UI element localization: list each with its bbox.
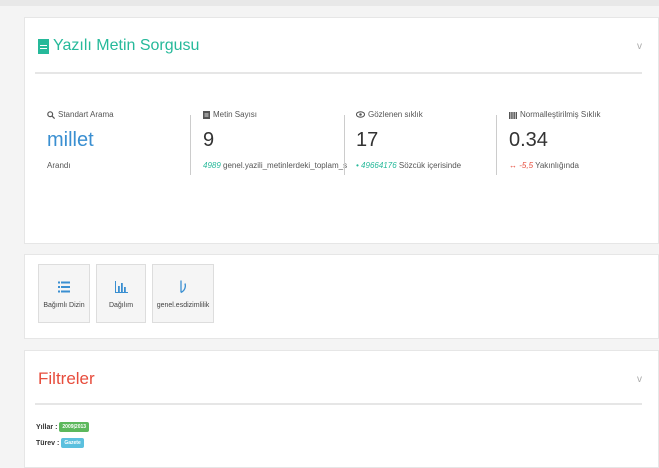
query-panel: Yazılı Metin Sorgusu v Standart Arama mi… [24, 17, 659, 244]
tile-label: Dağılım [108, 302, 134, 309]
stat-divider [496, 115, 497, 175]
stat-search: Standart Arama millet Arandı [47, 110, 197, 170]
concordance-button[interactable]: Bağımlı Dizin [38, 264, 90, 323]
arrows-icon: ↔ [509, 161, 517, 170]
stat-normalized-frequency: Normalleştirilmiş Sıklık 0.34 ↔ -5,5 Yak… [509, 110, 659, 170]
panel-separator [35, 72, 642, 74]
collapse-icon[interactable]: v [637, 41, 642, 52]
stat-sub-number: -5,5 [519, 161, 534, 170]
stat-label: Normalleştirilmiş Sıklık [520, 110, 601, 119]
tile-label: genel.esdizimlilik [156, 302, 210, 309]
panel-separator [35, 403, 642, 405]
text-count-value: 9 [203, 129, 215, 151]
filter-years: Yıllar : 2009|2013 [36, 422, 90, 432]
stat-label: Gözlenen sıklık [368, 110, 423, 119]
collapse-icon[interactable]: v [637, 374, 642, 385]
collocation-icon [180, 280, 187, 294]
filters-panel-title: Filtreler [38, 369, 95, 388]
distribution-chart-icon [114, 281, 128, 293]
filter-badge[interactable]: Gazete [61, 438, 84, 448]
filter-badge[interactable]: 2009|2013 [59, 422, 90, 432]
stat-sub-number: 4989 [203, 161, 221, 170]
filter-label: Yıllar : [36, 423, 58, 431]
tools-panel: Bağımlı Dizin Dağılım genel.esdizimlilik [24, 254, 659, 339]
stat-divider [190, 115, 191, 175]
bullet-icon: • [356, 161, 359, 170]
stat-sub-number: 49664176 [361, 161, 397, 170]
query-panel-title-text: Yazılı Metin Sorgusu [53, 37, 200, 54]
document-icon [203, 110, 210, 119]
filter-label: Türev : [36, 439, 60, 447]
distribution-button[interactable]: Dağılım [96, 264, 146, 323]
stat-sub-text: Sözcük içerisinde [398, 161, 462, 170]
normalized-frequency-value: 0.34 [509, 129, 548, 151]
stat-divider [344, 115, 345, 175]
query-panel-title: Yazılı Metin Sorgusu [38, 37, 199, 55]
stat-sub-text: genel.yazili_metinlerdeki_toplam_s [223, 161, 348, 170]
stat-observed-frequency: Gözlenen sıklık 17 • 49664176 Sözcük içe… [356, 110, 506, 170]
bar-chart-icon [509, 111, 517, 119]
stat-sub-text: Yakınlığında [535, 161, 579, 170]
search-icon [47, 110, 55, 119]
eye-icon [356, 111, 365, 118]
filters-panel: Filtreler v Yıllar : 2009|2013 Türev : G… [24, 350, 659, 468]
stat-text-count: Metin Sayısı 9 4989 genel.yazili_metinle… [203, 110, 353, 170]
collocation-button[interactable]: genel.esdizimlilik [152, 264, 214, 323]
filter-genre: Türev : Gazete [36, 438, 84, 448]
search-term: millet [47, 129, 94, 151]
top-strip [0, 0, 659, 6]
document-icon [38, 38, 49, 54]
observed-frequency-value: 17 [356, 129, 379, 151]
stat-sub-text: Arandı [47, 161, 71, 170]
stat-label: Standart Arama [58, 110, 114, 119]
stat-label: Metin Sayısı [213, 110, 258, 119]
list-icon [58, 281, 70, 293]
tile-label: Bağımlı Dizin [43, 302, 85, 309]
